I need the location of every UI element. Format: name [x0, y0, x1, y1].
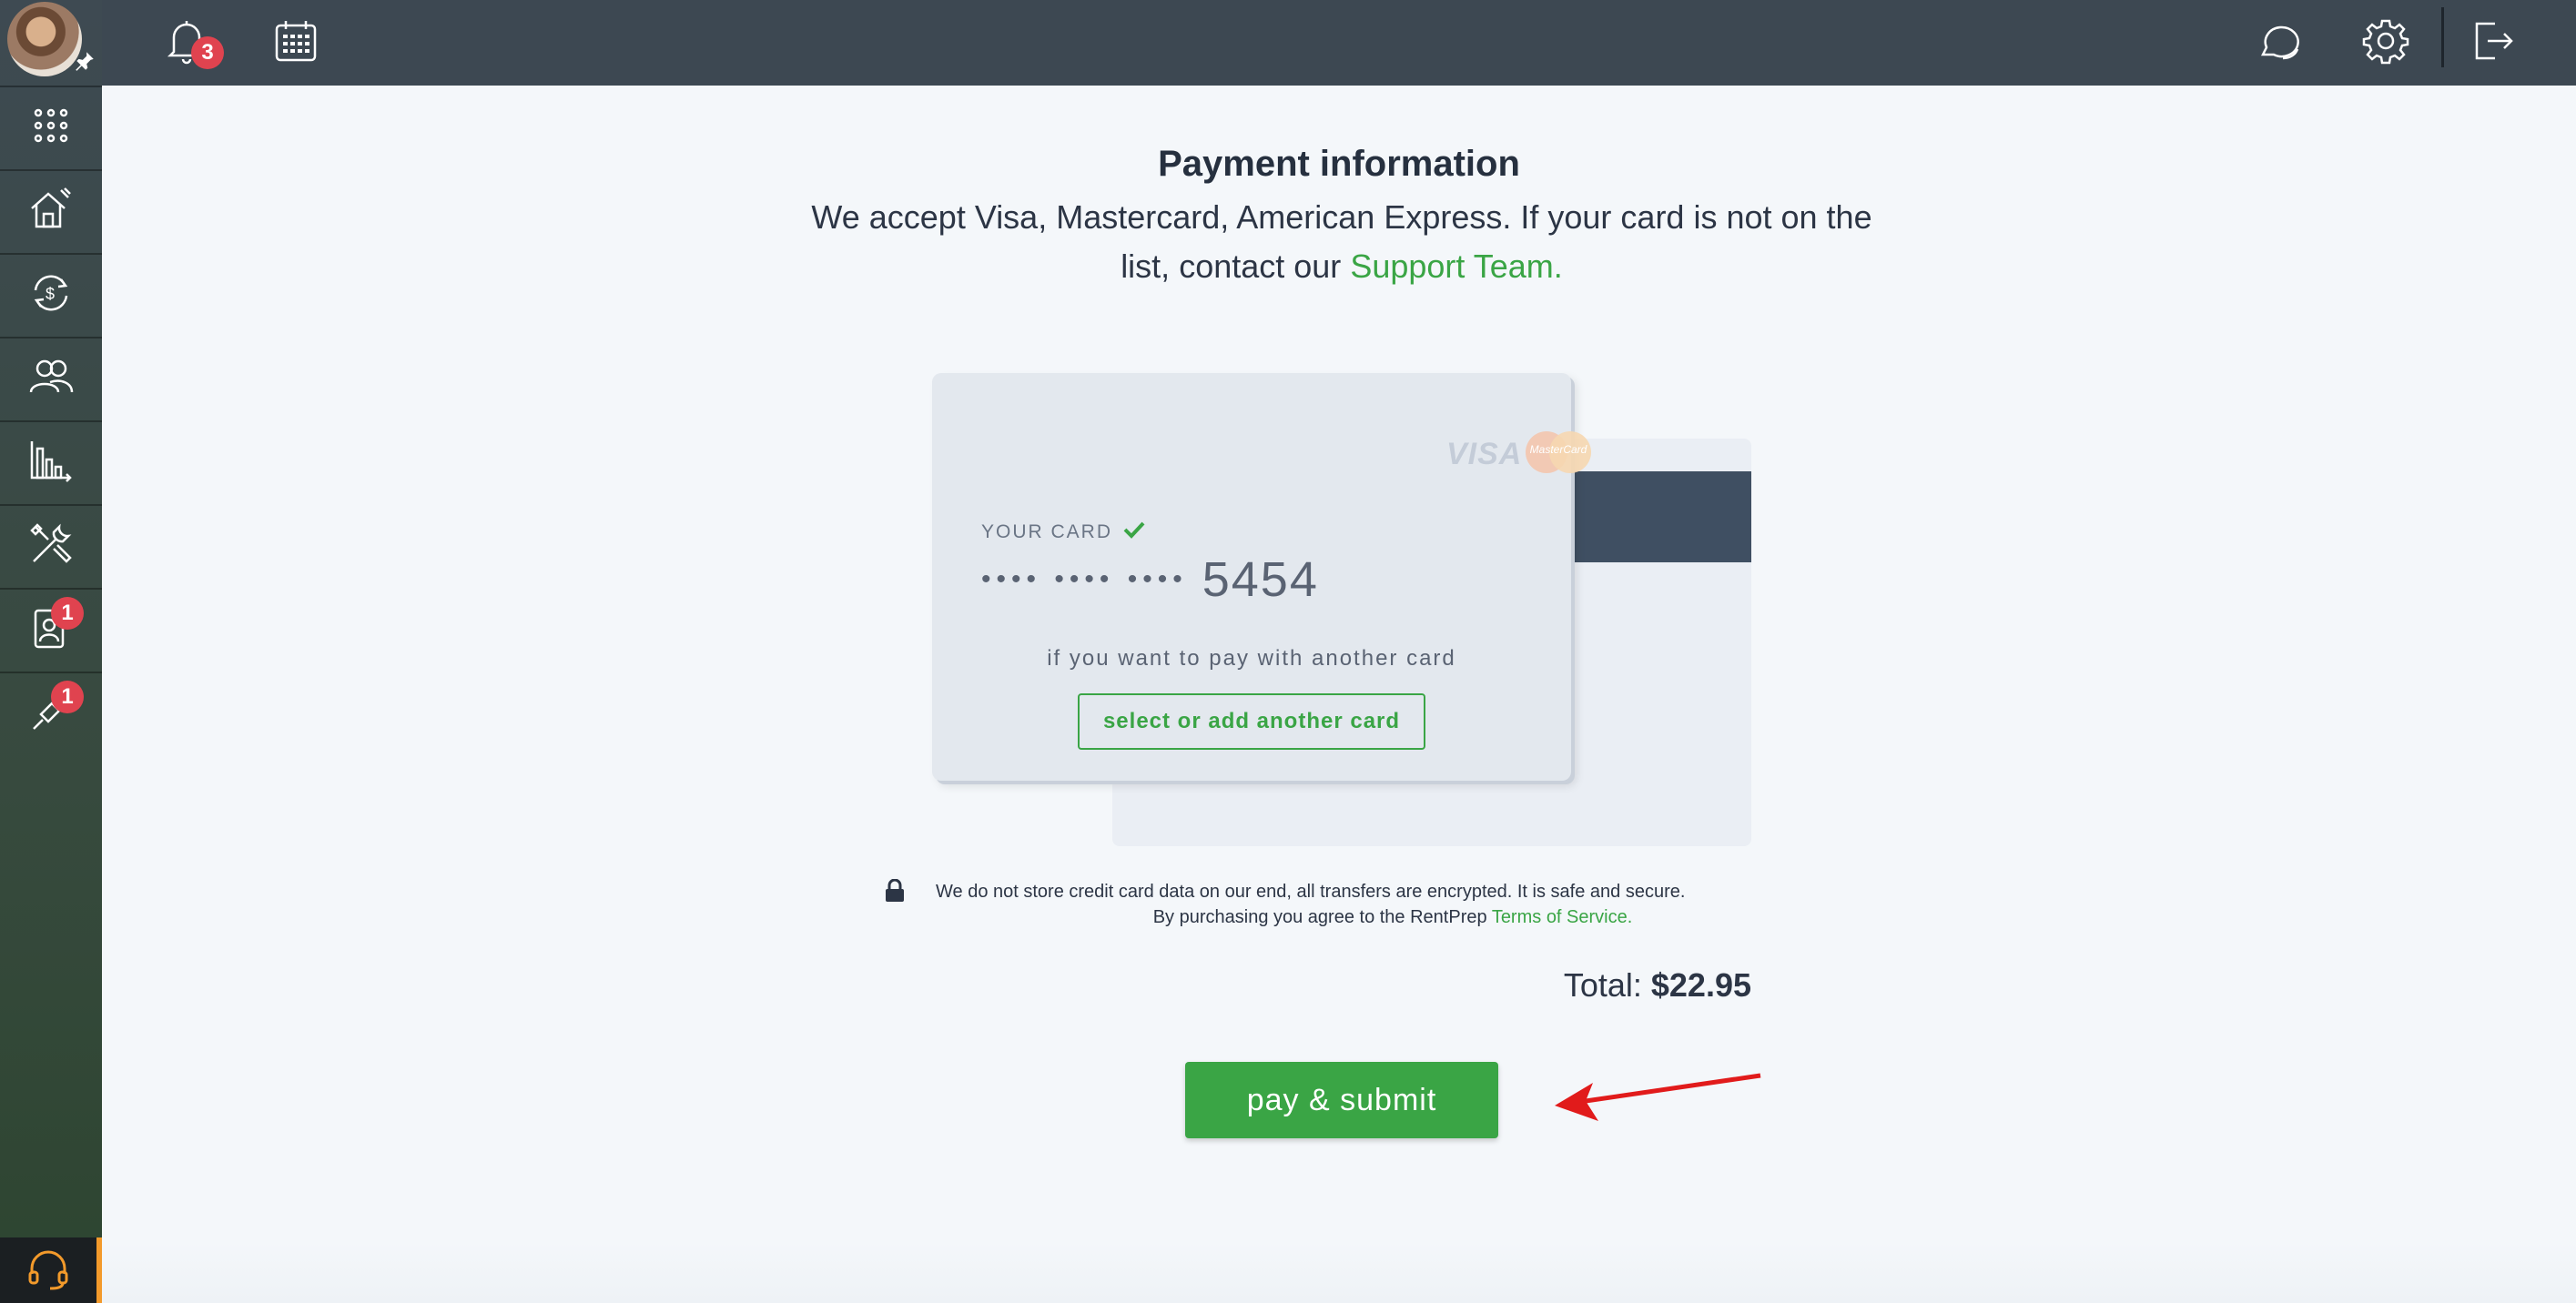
sidebar-item-reports[interactable] — [0, 420, 102, 502]
notifications-button[interactable]: 3 — [157, 13, 224, 73]
another-card-prompt: if you want to pay with another card — [1047, 646, 1456, 671]
screening-badge: 1 — [51, 681, 84, 713]
sidebar-item-applicants[interactable]: 1 — [0, 588, 102, 670]
calendar-button[interactable] — [266, 13, 326, 73]
sidebar-item-screening[interactable]: 1 — [0, 672, 102, 753]
your-card-label: YOUR CARD — [981, 520, 1145, 544]
card-last4: 5454 — [1202, 552, 1319, 607]
annotation-arrow-icon — [1555, 1073, 1761, 1121]
pin-icon[interactable] — [73, 49, 96, 79]
mastercard-label: MasterCard — [1529, 443, 1587, 456]
chat-icon — [2256, 18, 2301, 68]
top-bar: 3 — [102, 0, 2576, 86]
total-value: $22.95 — [1650, 966, 1751, 1004]
maintenance-icon — [28, 521, 74, 571]
terms-line: By purchasing you agree to the RentPrep … — [885, 904, 1850, 930]
your-card-text: YOUR CARD — [981, 521, 1113, 542]
pay-and-submit-button[interactable]: pay & submit — [1185, 1062, 1498, 1138]
reports-icon — [28, 438, 74, 488]
tenants-icon — [28, 354, 74, 404]
sidebar-item-properties[interactable] — [0, 169, 102, 251]
sidebar-item-maintenance[interactable] — [0, 504, 102, 586]
logout-icon — [2471, 18, 2515, 68]
main-content: Payment information We accept Visa, Mast… — [102, 86, 2576, 1303]
sidebar-item-payments[interactable]: $ — [0, 253, 102, 335]
page-title: Payment information — [1158, 144, 1520, 184]
sidebar: $ 1 1 — [0, 0, 102, 1303]
applicants-badge: 1 — [51, 597, 84, 630]
select-another-card-button[interactable]: select or add another card — [1078, 693, 1425, 750]
chat-button[interactable] — [2248, 13, 2308, 73]
sidebar-item-apps[interactable] — [0, 86, 102, 167]
sidebar-item-tenants[interactable] — [0, 337, 102, 419]
subtitle-text: We accept Visa, Mastercard, American Exp… — [811, 198, 1872, 285]
total-label: Total: — [1563, 966, 1642, 1004]
card-masked-digits: •••• •••• •••• — [981, 564, 1188, 594]
logout-button[interactable] — [2463, 13, 2523, 73]
card-number: •••• •••• •••• 5454 — [981, 551, 1319, 608]
terms-of-service-link[interactable]: Terms of Service. — [1492, 907, 1632, 927]
settings-button[interactable] — [2356, 13, 2416, 73]
svg-text:$: $ — [46, 285, 55, 303]
support-team-link[interactable]: Support Team. — [1350, 247, 1562, 285]
support-button[interactable] — [0, 1237, 102, 1303]
avatar[interactable] — [7, 2, 82, 76]
bottom-fade — [102, 1241, 2576, 1303]
check-icon — [1123, 520, 1145, 544]
calendar-icon — [273, 18, 319, 68]
headset-icon — [26, 1247, 70, 1295]
security-text: We do not store credit card data on our … — [936, 882, 1686, 902]
topbar-divider — [2441, 7, 2444, 67]
apps-grid-icon — [31, 106, 71, 150]
terms-text: By purchasing you agree to the RentPrep — [1152, 907, 1487, 927]
order-total: Total: $22.95 — [1422, 966, 1751, 1005]
visa-logo: VISA — [1446, 437, 1523, 471]
gear-icon — [2362, 17, 2409, 69]
notifications-badge: 3 — [191, 36, 224, 69]
card-front: VISA MasterCard YOUR CARD •••• •••• ••••… — [932, 373, 1591, 781]
payment-subtitle: We accept Visa, Mastercard, American Exp… — [786, 193, 1897, 291]
properties-icon — [28, 187, 74, 237]
payments-icon: $ — [28, 270, 74, 320]
